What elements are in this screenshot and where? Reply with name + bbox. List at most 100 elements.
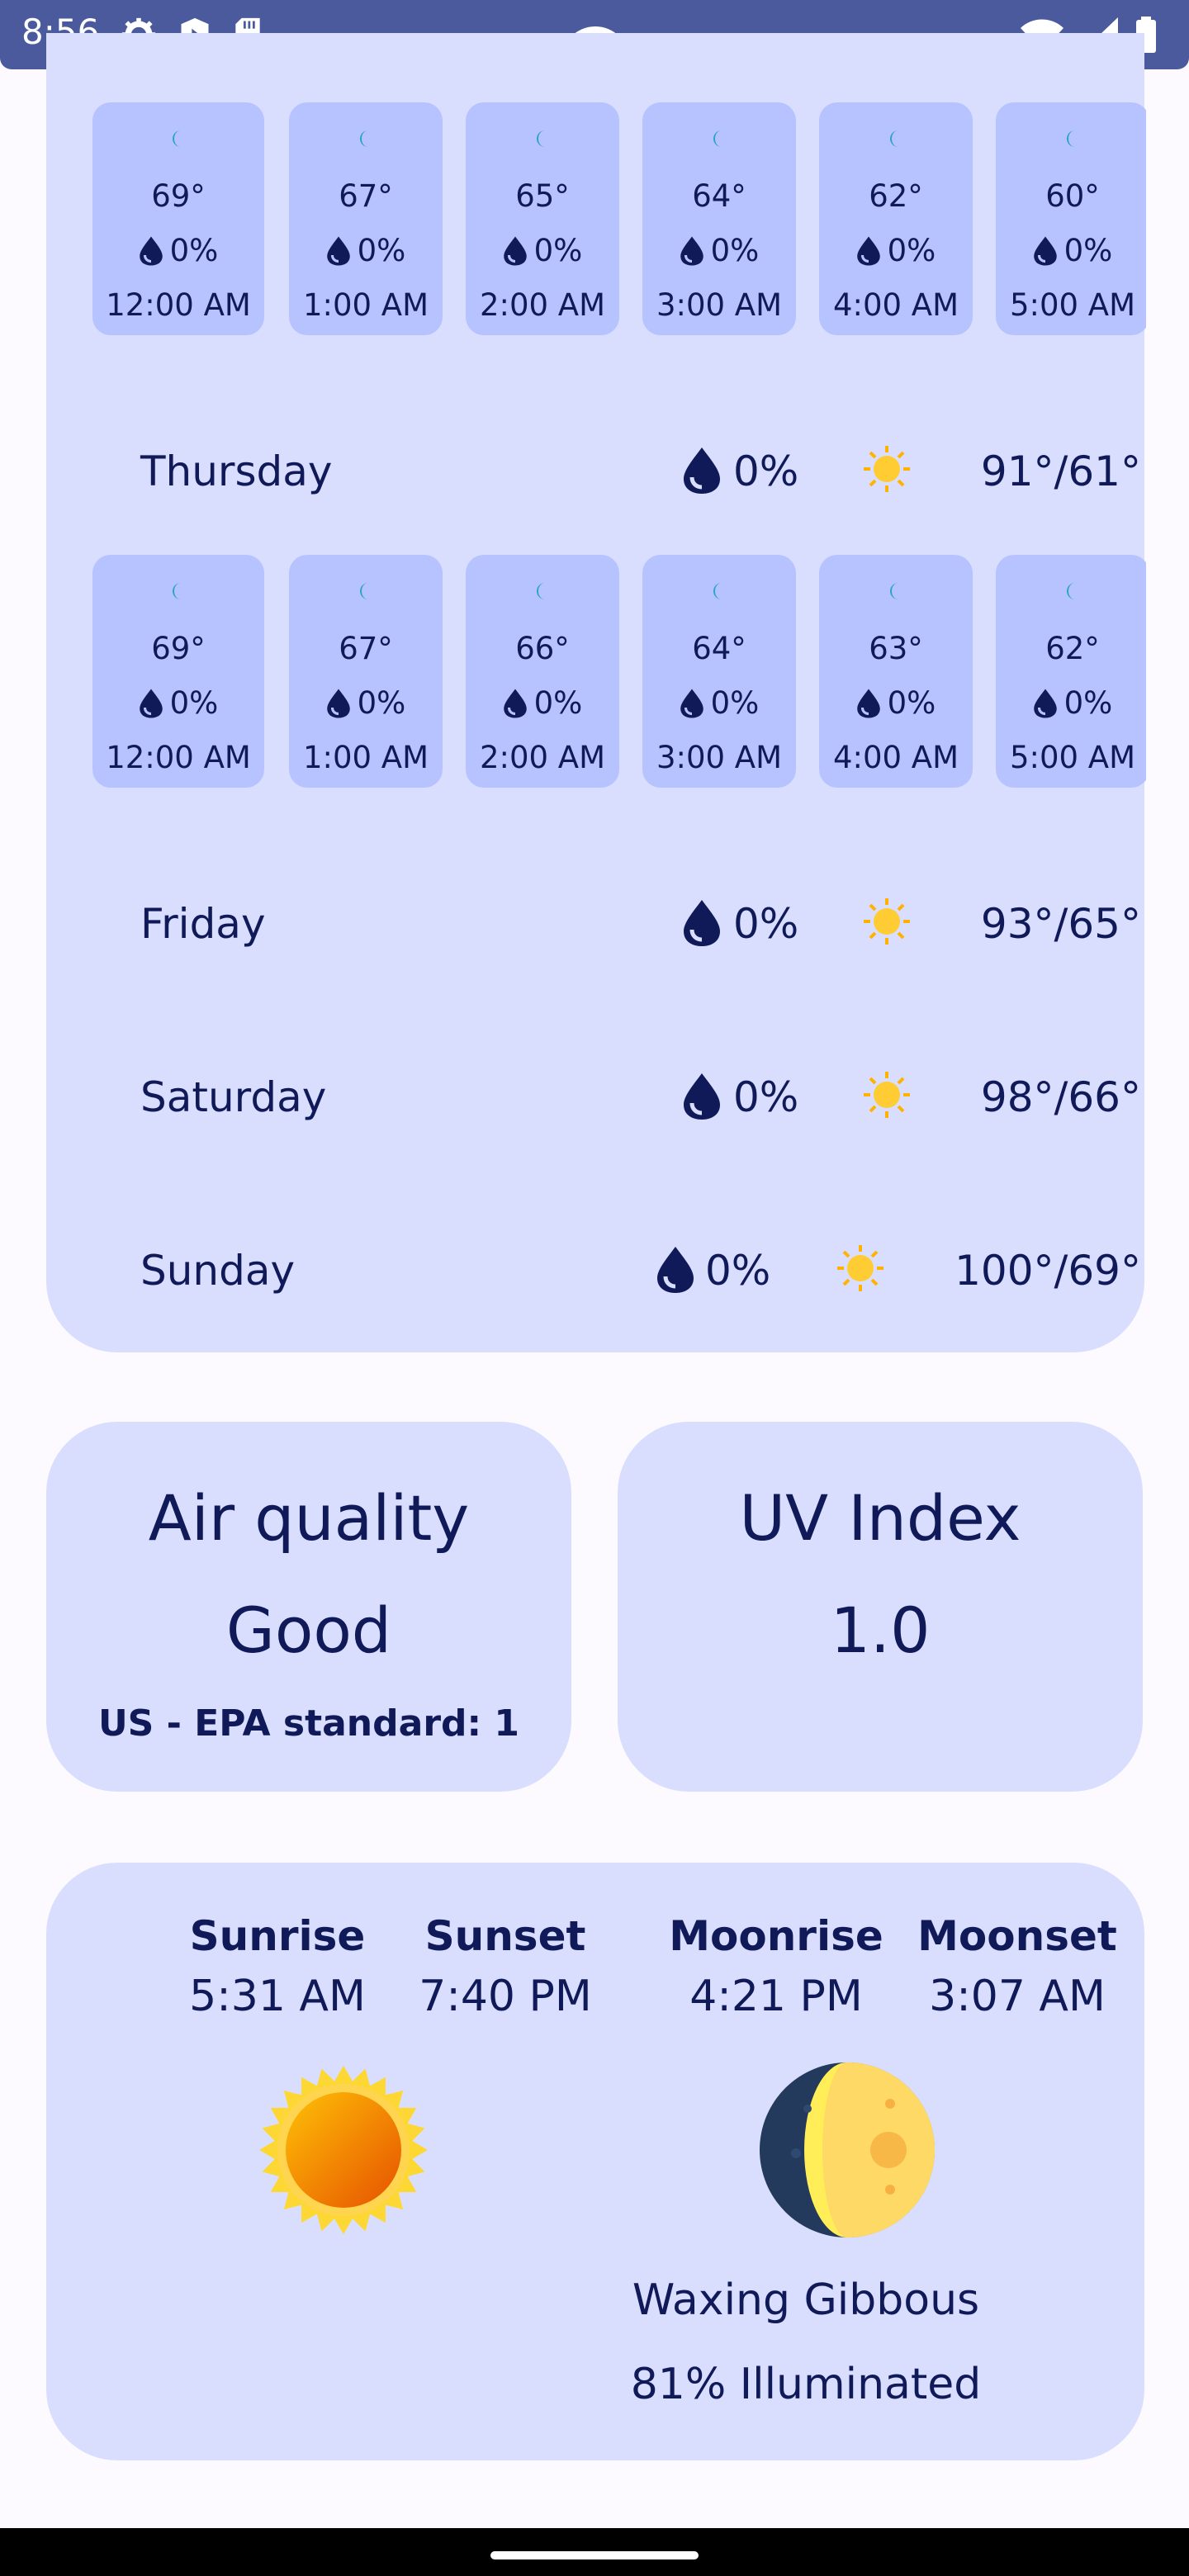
day-name: Saturday [140,1073,327,1121]
hour-card[interactable]: 60° 0% 5:00 AM [996,102,1146,335]
sunset-label: Sunset [424,1912,586,1960]
sunrise-time: 5:31 AM [189,1972,366,2021]
hour-time: 4:00 AM [832,287,959,323]
day-row-thursday[interactable]: Thursday 0% 91°/61° [94,438,1141,504]
raindrop-icon [684,1073,720,1120]
crescent-moon-icon [1067,583,1075,599]
sun-icon [864,1072,910,1118]
hour-precip-value: 0% [169,685,219,721]
hour-time: 5:00 AM [1009,740,1136,775]
day-name: Thursday [140,447,333,495]
moonset: Moonset 3:07 AM [902,1912,1133,2021]
day-row-sunday[interactable]: Sunday 0% 100°/69° [94,1237,1141,1303]
hour-time: 3:00 AM [656,287,783,323]
hour-card[interactable]: 64° 0% 3:00 AM [642,102,796,335]
day-hi-lo: 98°/66° [980,1073,1141,1121]
hour-temp: 67° [339,631,393,666]
raindrop-icon [680,236,703,265]
hour-precip: 0% [92,685,264,721]
moonrise-time: 4:21 PM [689,1972,863,2021]
hour-precip-value: 0% [887,685,936,721]
hour-card[interactable]: 69° 0% 12:00 AM [92,102,264,335]
crescent-moon-icon [713,130,722,147]
raindrop-icon [326,689,350,717]
raindrop-icon [326,236,350,265]
air-quality-card[interactable]: Air quality Good US - EPA standard: 1 [46,1422,571,1792]
raindrop-icon [1033,689,1057,717]
sun-icon [864,446,910,492]
hour-time: 2:00 AM [479,287,606,323]
raindrop-icon [503,236,527,265]
raindrop-icon [684,900,720,946]
astronomy-card: Sunrise 5:31 AM Sunset 7:40 PM Moonrise … [46,1863,1144,2460]
hour-precip: 0% [642,233,796,268]
hour-card[interactable]: 67° 0% 1:00 AM [289,102,443,335]
uv-index-title: UV Index [739,1481,1021,1555]
sunset-time: 7:40 PM [419,1972,592,2021]
hour-time: 2:00 AM [479,740,606,775]
day-row-saturday[interactable]: Saturday 0% 98°/66° [94,1063,1141,1129]
hour-precip: 0% [466,685,619,721]
hour-time: 3:00 AM [656,740,783,775]
day-hi-lo: 93°/65° [980,900,1141,948]
crescent-moon-icon [537,583,545,599]
hour-precip-value: 0% [710,685,760,721]
hourly-scroll-thursday-night[interactable]: 69° 0% 12:00 AM 67° 0% 1:00 AM 65° 0% 2:00 AM 64°… [92,102,1146,335]
hour-temp: 69° [151,631,206,666]
home-gesture-handle[interactable] [490,2551,699,2559]
hour-card[interactable]: 62° 0% 4:00 AM [819,102,973,335]
hourly-scroll-friday-night[interactable]: 69° 0% 12:00 AM 67° 0% 1:00 AM 66° 0% 2:00 AM 64°… [92,555,1146,788]
raindrop-icon [1033,236,1057,265]
moon-illumination: 81% Illuminated [630,2360,982,2409]
crescent-moon-icon [1067,130,1075,147]
hour-temp: 62° [1045,631,1100,666]
hour-card[interactable]: 64° 0% 3:00 AM [642,555,796,788]
crescent-moon-icon [360,583,368,599]
raindrop-icon [139,689,163,717]
hour-temp: 69° [151,178,206,214]
raindrop-icon [503,689,527,717]
hour-precip-value: 0% [357,233,406,268]
crescent-moon-icon [713,583,722,599]
hour-card[interactable]: 63° 0% 4:00 AM [819,555,973,788]
day-precip: 0% [733,900,799,948]
navigation-bar [0,2528,1189,2576]
raindrop-icon [856,236,880,265]
hour-temp: 64° [692,631,746,666]
day-precip: 0% [705,1247,771,1295]
hour-card[interactable]: 65° 0% 2:00 AM [466,102,619,335]
raindrop-icon [680,689,703,717]
hour-time: 5:00 AM [1009,287,1136,323]
day-precip: 0% [733,447,799,495]
crescent-moon-icon [360,130,368,147]
hour-precip-value: 0% [533,685,583,721]
sunset: Sunset 7:40 PM [390,1912,621,2021]
sunrise: Sunrise 5:31 AM [162,1912,393,2021]
hour-temp: 64° [692,178,746,214]
hour-card[interactable]: 69° 0% 12:00 AM [92,555,264,788]
hour-temp: 67° [339,178,393,214]
raindrop-icon [139,236,163,265]
day-hi-lo: 100°/69° [955,1247,1141,1295]
moonset-time: 3:07 AM [929,1972,1106,2021]
moonset-label: Moonset [917,1912,1117,1960]
sun-icon [259,2066,428,2234]
day-precip: 0% [733,1073,799,1121]
hour-precip-value: 0% [169,233,219,268]
raindrop-icon [684,447,720,494]
uv-index-value: 1.0 [830,1593,931,1667]
hour-precip: 0% [642,685,796,721]
forecast-card: 69° 0% 12:00 AM 67° 0% 1:00 AM 65° 0% 2:00 AM 64°… [46,33,1146,1352]
day-row-friday[interactable]: Friday 0% 93°/65° [94,890,1141,956]
uv-index-card[interactable]: UV Index 1.0 [618,1422,1143,1792]
hour-card[interactable]: 67° 0% 1:00 AM [289,555,443,788]
hour-card[interactable]: 62° 0% 5:00 AM [996,555,1146,788]
crescent-moon-icon [890,130,898,147]
hour-temp: 66° [515,631,570,666]
hour-temp: 65° [515,178,570,214]
day-name: Sunday [140,1247,296,1295]
hour-time: 12:00 AM [106,287,251,323]
hour-precip-value: 0% [357,685,406,721]
hour-card[interactable]: 66° 0% 2:00 AM [466,555,619,788]
air-quality-detail: US - EPA standard: 1 [97,1702,520,1745]
